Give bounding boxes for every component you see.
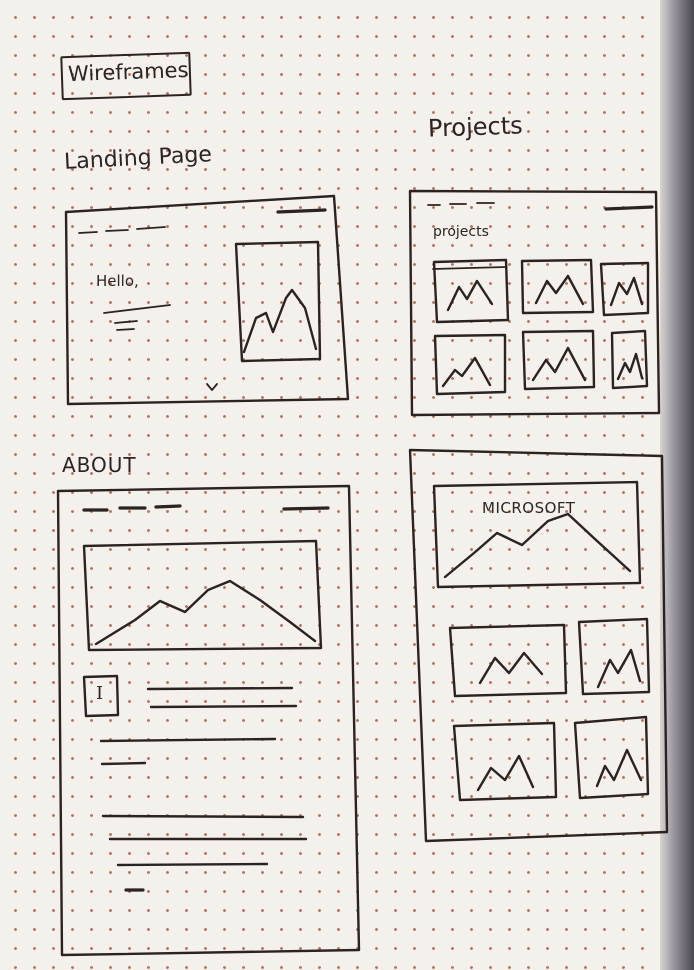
detail-thumb-3 [454,723,556,800]
project-detail-frame [410,450,667,841]
detail-thumb-4 [575,717,648,798]
project-feature-image-icon [434,482,640,587]
project-detail-wireframe [0,0,694,970]
detail-thumb-1 [450,625,566,696]
detail-thumb-2 [579,619,649,694]
